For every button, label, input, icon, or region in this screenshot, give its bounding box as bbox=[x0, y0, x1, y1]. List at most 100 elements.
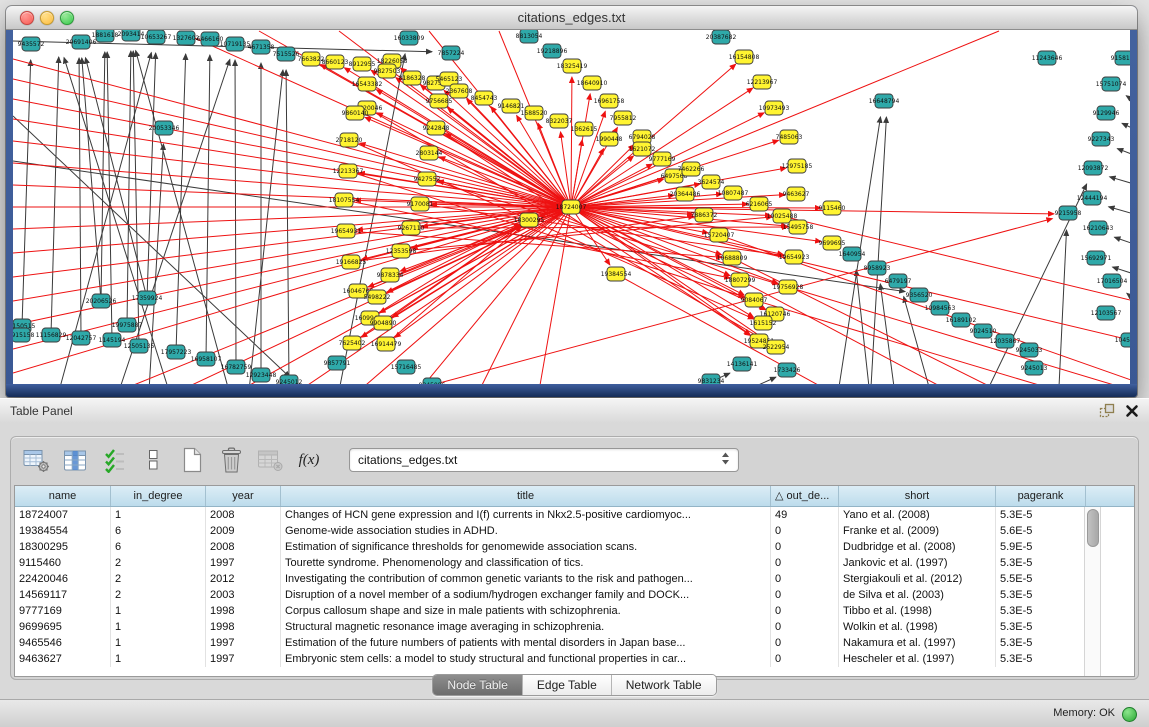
tab-network-table[interactable]: Network Table bbox=[611, 675, 716, 695]
create-table-button[interactable] bbox=[177, 444, 207, 476]
network-node[interactable]: 2718120 bbox=[336, 133, 363, 147]
tab-node-table[interactable]: Node Table bbox=[433, 675, 522, 695]
select-all-button[interactable] bbox=[99, 444, 129, 476]
network-canvas[interactable]: 9435572206914061881618209341410653267132… bbox=[13, 30, 1130, 384]
select-columns-button[interactable] bbox=[60, 444, 90, 476]
network-node[interactable]: 9756685 bbox=[426, 94, 453, 108]
network-node[interactable]: 20364486 bbox=[670, 187, 701, 201]
table-row[interactable]: 946554611997Estimation of the future num… bbox=[15, 635, 1134, 651]
table-row[interactable]: 1456911722003Disruption of a novel membe… bbox=[15, 587, 1134, 603]
network-node[interactable]: 19654923 bbox=[779, 250, 810, 264]
network-node[interactable]: 8454743 bbox=[471, 91, 498, 105]
close-panel-icon[interactable] bbox=[1125, 404, 1139, 418]
network-node[interactable]: 7625402 bbox=[339, 336, 366, 350]
network-node[interactable]: 17016504 bbox=[1097, 274, 1128, 288]
network-node[interactable]: 8912955 bbox=[349, 57, 376, 71]
function-builder-button[interactable]: f(x) bbox=[294, 444, 324, 476]
network-node[interactable]: 10653267 bbox=[141, 30, 172, 44]
column-header-year[interactable]: year bbox=[206, 486, 281, 506]
network-node[interactable]: 1145194 bbox=[99, 333, 126, 347]
close-window-button[interactable] bbox=[20, 11, 34, 25]
network-node[interactable]: 12042757 bbox=[66, 331, 97, 345]
network-node[interactable]: 15716485 bbox=[391, 360, 422, 374]
network-node[interactable]: 19384554 bbox=[601, 267, 632, 281]
citation-network-graph[interactable]: 9435572206914061881618209341410653267132… bbox=[13, 30, 1130, 384]
network-node[interactable]: 9245012 bbox=[276, 375, 303, 384]
network-node[interactable]: 16648794 bbox=[869, 94, 900, 108]
table-row[interactable]: 969969511998Structural magnetic resonanc… bbox=[15, 619, 1134, 635]
network-node[interactable]: 15751074 bbox=[1096, 77, 1127, 91]
network-node[interactable]: 9245013 bbox=[1021, 361, 1048, 375]
network-node[interactable]: 8813054 bbox=[516, 30, 543, 43]
table-row[interactable]: 946362711997Embryonic stem cells: a mode… bbox=[15, 651, 1134, 667]
network-node[interactable]: 8322037 bbox=[546, 114, 573, 128]
window-titlebar[interactable]: citations_edges.txt bbox=[6, 6, 1137, 30]
table-row[interactable]: 977716911998Corpus callosum shape and si… bbox=[15, 603, 1134, 619]
network-node[interactable]: 12505135 bbox=[124, 339, 155, 353]
network-node[interactable]: 1327602 bbox=[173, 31, 200, 45]
network-node[interactable]: 9215958 bbox=[1055, 206, 1082, 220]
network-node[interactable]: 16033809 bbox=[394, 31, 425, 45]
tab-edge-table[interactable]: Edge Table bbox=[522, 675, 611, 695]
network-node[interactable]: 4671358 bbox=[248, 40, 275, 54]
network-node[interactable]: 9463627 bbox=[783, 187, 810, 201]
network-node[interactable]: 12213967 bbox=[747, 75, 778, 89]
network-node[interactable]: 9356520 bbox=[906, 288, 933, 302]
table-row[interactable]: 1938455462009Genome-wide association stu… bbox=[15, 523, 1134, 539]
network-node[interactable]: 10719135 bbox=[220, 37, 251, 51]
network-node[interactable]: 6479197 bbox=[885, 274, 912, 288]
network-node[interactable]: 18107554 bbox=[329, 193, 360, 207]
network-node[interactable]: 10984563 bbox=[925, 301, 956, 315]
network-node[interactable]: 9115460 bbox=[819, 201, 846, 215]
network-node[interactable]: 18325419 bbox=[557, 59, 588, 73]
network-node[interactable]: 9878334 bbox=[377, 268, 404, 282]
network-node[interactable]: 16154808 bbox=[729, 50, 760, 64]
column-header-in_degree[interactable]: in_degree bbox=[111, 486, 206, 506]
network-node[interactable]: 12353598 bbox=[386, 244, 417, 258]
network-node[interactable]: 9158198 bbox=[1111, 51, 1130, 65]
network-node[interactable]: 9129946 bbox=[1093, 106, 1120, 120]
network-node[interactable]: 11243646 bbox=[1032, 51, 1063, 65]
network-node[interactable]: 1990448 bbox=[596, 132, 623, 146]
network-node[interactable]: 10453178 bbox=[1115, 333, 1130, 347]
column-header-pagerank[interactable]: pagerank bbox=[996, 486, 1086, 506]
column-header-out_de[interactable]: △ out_de... bbox=[771, 486, 839, 506]
table-settings-button[interactable] bbox=[21, 444, 51, 476]
network-node[interactable]: 1362615 bbox=[571, 122, 598, 136]
network-node[interactable]: 16958107 bbox=[191, 352, 222, 366]
network-node[interactable]: 9170081 bbox=[407, 197, 434, 211]
network-node[interactable]: 17957223 bbox=[161, 345, 192, 359]
network-node[interactable]: 9084067 bbox=[741, 293, 768, 307]
network-node[interactable]: 7857224 bbox=[438, 46, 465, 60]
network-node[interactable]: 12444194 bbox=[1077, 191, 1108, 205]
network-node[interactable]: 9435572 bbox=[18, 37, 45, 51]
table-row[interactable]: 1830029562008Estimation of significance … bbox=[15, 539, 1134, 555]
network-node[interactable]: 9831234 bbox=[698, 374, 725, 384]
network-node[interactable]: 14136141 bbox=[727, 357, 758, 371]
network-node[interactable]: 1588520 bbox=[521, 106, 548, 120]
vertical-scrollbar[interactable] bbox=[1084, 507, 1101, 676]
minimize-window-button[interactable] bbox=[40, 11, 54, 25]
network-node[interactable]: 12035867 bbox=[990, 334, 1021, 348]
network-node[interactable]: 9227343 bbox=[1088, 132, 1115, 146]
network-node[interactable]: 16189102 bbox=[946, 313, 977, 327]
network-node[interactable]: 19975887 bbox=[112, 318, 143, 332]
network-node[interactable]: 7485063 bbox=[776, 130, 803, 144]
network-node[interactable]: 19218896 bbox=[537, 44, 568, 58]
network-node[interactable]: 12093872 bbox=[1078, 161, 1109, 175]
float-window-icon[interactable] bbox=[1099, 403, 1115, 418]
network-node[interactable]: 12975185 bbox=[782, 159, 813, 173]
column-header-title[interactable]: title bbox=[281, 486, 771, 506]
network-node[interactable]: 9857791 bbox=[324, 356, 351, 370]
network-node[interactable]: 15692971 bbox=[1081, 251, 1112, 265]
zoom-window-button[interactable] bbox=[60, 11, 74, 25]
table-row[interactable]: 1872400712008Changes of HCN gene express… bbox=[15, 507, 1134, 523]
network-node[interactable]: 9427552 bbox=[414, 172, 441, 186]
network-node[interactable]: 12103567 bbox=[1091, 306, 1122, 320]
network-node[interactable]: 1640954 bbox=[839, 247, 866, 261]
column-header-short[interactable]: short bbox=[839, 486, 996, 506]
column-header-name[interactable]: name bbox=[15, 486, 111, 506]
network-node[interactable]: 20387682 bbox=[706, 30, 737, 44]
network-node[interactable]: 7955812 bbox=[610, 111, 637, 125]
network-node[interactable]: 19166825 bbox=[336, 255, 367, 269]
